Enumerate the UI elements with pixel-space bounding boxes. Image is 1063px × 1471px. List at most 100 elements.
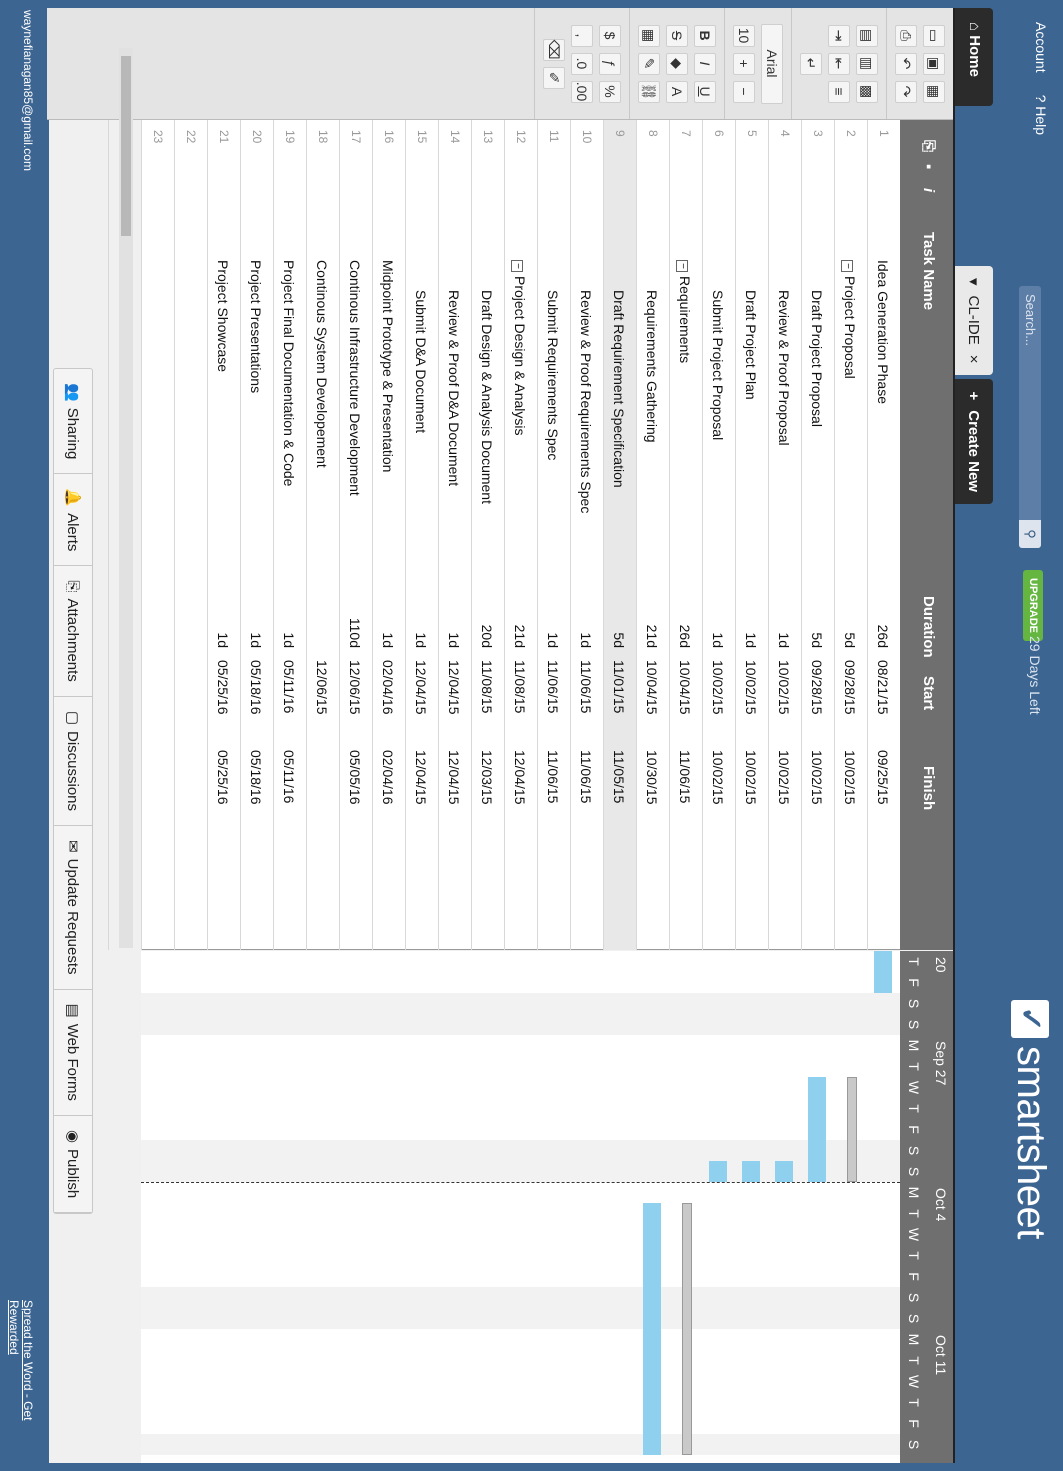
start-cell[interactable]: 12/04/15 xyxy=(446,660,462,715)
underline-icon[interactable]: U xyxy=(694,80,716,103)
row-number[interactable]: 2 xyxy=(844,130,858,170)
scrollbar-thumb[interactable] xyxy=(121,56,131,236)
start-cell[interactable]: 12/06/15 xyxy=(314,660,330,715)
table-row[interactable]: 11 Submit Requirements Spec 1d 11/06/15 11/0… xyxy=(537,120,570,950)
finish-cell[interactable]: 12/04/15 xyxy=(512,750,528,805)
row-number[interactable]: 6 xyxy=(712,130,726,170)
duration-cell[interactable]: 1d xyxy=(446,608,462,648)
align-icon[interactable]: ≡ xyxy=(828,80,850,103)
start-cell[interactable]: 09/28/15 xyxy=(842,660,858,715)
help-link[interactable]: ? Help xyxy=(1033,95,1049,135)
row-number[interactable]: 5 xyxy=(745,130,759,170)
clear-format-icon[interactable]: ⌫ xyxy=(543,38,565,61)
task-name-cell[interactable]: Continous Infrastructure Development xyxy=(347,260,363,496)
duration-cell[interactable]: 5d xyxy=(842,608,858,648)
table-row[interactable]: 5 Draft Project Plan 1d 10/02/15 10/02/15 xyxy=(735,120,768,950)
row-number[interactable]: 14 xyxy=(448,130,462,170)
text-color-icon[interactable]: A xyxy=(666,80,688,103)
start-cell[interactable]: 05/25/16 xyxy=(215,660,231,715)
table-row[interactable]: 9 Draft Requirement Specification 5d 11/01/… xyxy=(603,120,636,950)
outdent-icon[interactable]: ⇤ xyxy=(828,52,850,75)
start-header[interactable]: Start xyxy=(920,676,937,710)
task-name-cell[interactable]: Midpoint Prototype & Presentation xyxy=(380,260,396,472)
gantt-summary-bar[interactable] xyxy=(847,1077,857,1182)
spread-the-word-link[interactable]: Spread the Word - Get Rewarded xyxy=(7,1300,35,1471)
row-number[interactable]: 1 xyxy=(877,130,891,170)
row-number[interactable]: 17 xyxy=(349,130,363,170)
update-requests-button[interactable]: ✉ Update Requests xyxy=(54,826,92,990)
finish-cell[interactable]: 10/02/15 xyxy=(776,750,792,805)
task-name-cell[interactable]: Project Showcase xyxy=(215,260,231,372)
duration-cell[interactable]: 1d xyxy=(281,608,297,648)
task-name-cell[interactable]: Submit Requirements Spec xyxy=(545,290,561,460)
task-name-cell[interactable]: Submit D&A Document xyxy=(413,290,429,433)
gantt-task-bar[interactable] xyxy=(742,1161,760,1182)
start-cell[interactable]: 10/02/15 xyxy=(776,660,792,715)
table-row[interactable]: 21 Project Showcase 1d 05/25/16 05/25/16 xyxy=(207,120,240,950)
finish-cell[interactable]: 02/04/16 xyxy=(380,750,396,805)
duration-cell[interactable]: 1d xyxy=(710,608,726,648)
task-name-cell[interactable]: − Project Design & Analysis xyxy=(511,260,528,436)
row-number[interactable]: 20 xyxy=(250,130,264,170)
row-number[interactable]: 3 xyxy=(811,130,825,170)
table-row[interactable]: 14 Review & Proof D&A Document 1d 12/04/15 1… xyxy=(438,120,471,950)
row-number[interactable]: 22 xyxy=(184,130,198,170)
bold-icon[interactable]: B xyxy=(694,24,716,47)
table-row[interactable]: 10 Review & Proof Requirements Spec 1d 11/0… xyxy=(570,120,603,950)
start-cell[interactable]: 10/02/15 xyxy=(743,660,759,715)
finish-cell[interactable]: 05/05/16 xyxy=(347,750,363,805)
publish-button[interactable]: ◉ Publish xyxy=(54,1115,92,1214)
print-icon[interactable]: ⎙ xyxy=(895,24,917,47)
row-number[interactable]: 11 xyxy=(547,130,561,170)
decimal-decrease-icon[interactable]: .00 xyxy=(571,80,593,103)
duration-cell[interactable]: 1d xyxy=(776,608,792,648)
finish-cell[interactable]: 12/04/15 xyxy=(413,750,429,805)
gantt-summary-bar[interactable] xyxy=(682,1203,692,1455)
attachment-col-icon[interactable]: ⎘ xyxy=(920,140,937,152)
duration-cell[interactable]: 5d xyxy=(611,608,627,648)
duration-cell[interactable]: 110d xyxy=(347,608,363,648)
finish-cell[interactable]: 10/02/15 xyxy=(710,750,726,805)
duration-cell[interactable]: 21d xyxy=(512,608,528,648)
row-number[interactable]: 7 xyxy=(679,130,693,170)
start-cell[interactable]: 08/21/15 xyxy=(875,660,891,715)
sharing-button[interactable]: 👥 Sharing xyxy=(54,369,92,475)
format-painter-icon[interactable]: ✐ xyxy=(543,66,565,89)
comment-col-icon[interactable]: ▪ xyxy=(920,164,937,169)
home-tab[interactable]: ⌂ Home xyxy=(955,8,993,106)
table-row[interactable]: 7 − Requirements 26d 10/04/15 11/06/15 xyxy=(669,120,702,950)
fill-color-icon[interactable]: ◆ xyxy=(666,52,688,75)
table-row[interactable]: 20 Project Presentations 1d 05/18/16 05/18/1… xyxy=(240,120,273,950)
calendar-view-icon[interactable]: ▩ xyxy=(856,80,878,103)
row-number[interactable]: 9 xyxy=(613,130,627,170)
strikethrough-icon[interactable]: S xyxy=(666,24,688,47)
task-name-cell[interactable]: − Requirements xyxy=(676,260,693,363)
font-decrease-icon[interactable]: − xyxy=(733,80,755,103)
table-row[interactable]: 12 − Project Design & Analysis 21d 11/08/15 1… xyxy=(504,120,537,950)
finish-cell[interactable]: 09/25/15 xyxy=(875,750,891,805)
task-name-cell[interactable]: Draft Project Proposal xyxy=(809,290,825,427)
row-number[interactable]: 16 xyxy=(382,130,396,170)
formula-icon[interactable]: ƒ xyxy=(599,52,621,75)
task-name-cell[interactable]: Draft Design & Analysis Document xyxy=(479,290,495,504)
row-number[interactable]: 23 xyxy=(151,130,165,170)
table-row[interactable]: 16 Midpoint Prototype & Presentation 1d 02/… xyxy=(372,120,405,950)
table-row[interactable]: 6 Submit Project Proposal 1d 10/02/15 10/02/… xyxy=(702,120,735,950)
duration-cell[interactable]: 1d xyxy=(248,608,264,648)
duration-cell[interactable]: 21d xyxy=(644,608,660,648)
task-name-cell[interactable]: Submit Project Proposal xyxy=(710,290,726,440)
finish-cell[interactable]: 10/02/15 xyxy=(809,750,825,805)
start-cell[interactable]: 02/04/16 xyxy=(380,660,396,715)
gantt-task-bar[interactable] xyxy=(874,951,892,993)
new-row-icon[interactable]: ▭ xyxy=(923,24,945,47)
task-name-cell[interactable]: − Project Proposal xyxy=(841,260,858,379)
discussions-button[interactable]: ▢ Discussions xyxy=(54,696,92,827)
table-row[interactable]: 8 Requirements Gathering 21d 10/04/15 10/30/… xyxy=(636,120,669,950)
finish-cell[interactable]: 05/25/16 xyxy=(215,750,231,805)
currency-icon[interactable]: $ xyxy=(599,24,621,47)
save-icon[interactable]: ▣ xyxy=(923,52,945,75)
gantt-task-bar[interactable] xyxy=(808,1077,826,1182)
task-name-cell[interactable]: Continous System Developement xyxy=(314,260,330,468)
table-row[interactable]: 15 Submit D&A Document 1d 12/04/15 12/04/15 xyxy=(405,120,438,950)
start-cell[interactable]: 12/06/15 xyxy=(347,660,363,715)
